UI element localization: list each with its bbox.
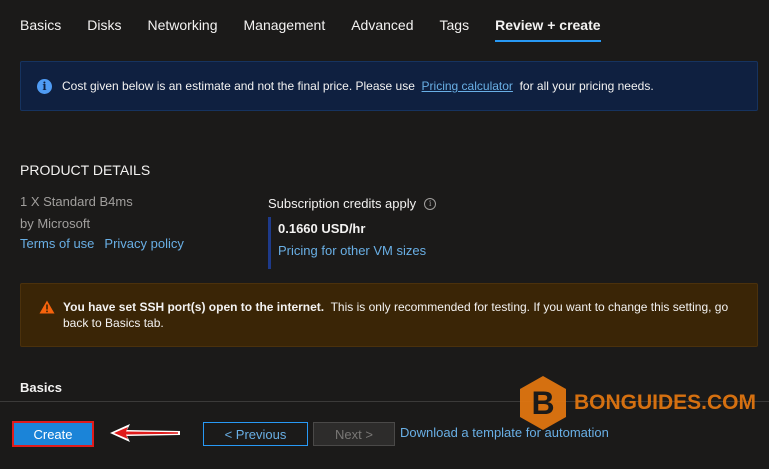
watermark-text: BONGUIDES.COM (574, 391, 757, 414)
product-links: Terms of use Privacy policy (20, 236, 184, 251)
info-banner: i Cost given below is an estimate and no… (20, 61, 758, 111)
warning-banner: You have set SSH port(s) open to the int… (20, 283, 758, 347)
tab-tags[interactable]: Tags (440, 0, 470, 44)
pricing-calculator-link[interactable]: Pricing calculator (422, 79, 513, 93)
tab-networking[interactable]: Networking (147, 0, 217, 44)
subscription-credits: Subscription credits apply i (268, 196, 437, 211)
product-publisher: by Microsoft (20, 216, 91, 231)
basics-section-title: Basics (20, 380, 62, 395)
tab-advanced[interactable]: Advanced (351, 0, 413, 44)
subscription-credits-label: Subscription credits apply (268, 196, 417, 211)
tab-basics[interactable]: Basics (20, 0, 61, 44)
product-details-title: PRODUCT DETAILS (20, 162, 151, 178)
svg-text:B: B (531, 385, 554, 421)
info-banner-text: Cost given below is an estimate and not … (62, 79, 654, 93)
bonguides-watermark: B BONGUIDES.COM (518, 375, 756, 431)
terms-of-use-link[interactable]: Terms of use (20, 236, 94, 251)
warning-icon (39, 300, 55, 314)
tab-review-create[interactable]: Review + create (495, 0, 602, 44)
previous-button[interactable]: < Previous (203, 422, 308, 446)
privacy-policy-link[interactable]: Privacy policy (104, 236, 183, 251)
wizard-tabs: Basics Disks Networking Management Advan… (20, 0, 627, 44)
price-block: 0.1660 USD/hr Pricing for other VM sizes (268, 217, 426, 269)
tab-management[interactable]: Management (244, 0, 326, 44)
create-button[interactable]: Create (12, 421, 94, 447)
vm-price: 0.1660 USD/hr (278, 221, 366, 236)
next-button[interactable]: Next > (313, 422, 395, 446)
warning-text: You have set SSH port(s) open to the int… (63, 300, 729, 330)
pricing-other-vm-sizes-link[interactable]: Pricing for other VM sizes (278, 243, 426, 258)
product-name: 1 X Standard B4ms (20, 194, 133, 209)
info-circle-icon[interactable]: i (424, 197, 437, 210)
bonguides-logo-icon: B (520, 376, 566, 430)
red-arrow-annotation (110, 424, 180, 442)
tab-disks[interactable]: Disks (87, 0, 121, 44)
info-icon: i (37, 78, 52, 94)
